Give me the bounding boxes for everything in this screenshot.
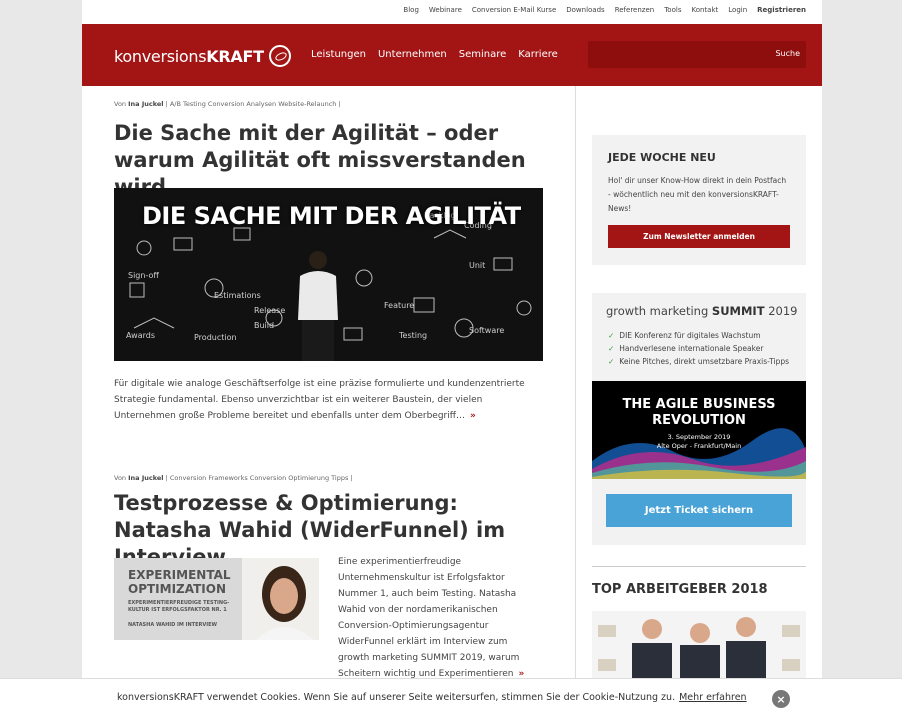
svg-text:Build: Build <box>254 321 274 330</box>
topnav-registrieren[interactable]: Registrieren <box>757 6 806 14</box>
article1-image-banner: DIE SACHE MIT DER AGILITÄT <box>142 202 521 230</box>
check-icon: ✓ <box>608 344 615 353</box>
banner-place: Alte Oper - Frankfurt/Main <box>656 442 742 450</box>
svg-text:Unit: Unit <box>469 261 485 270</box>
svg-text:Production: Production <box>194 333 237 342</box>
businessman-figure <box>298 251 338 361</box>
page-container: Blog Webinare Conversion E-Mail Kurse Do… <box>82 0 822 720</box>
article2-image[interactable]: EXPERIMENTAL OPTIMIZATION EXPERIMENTIERF… <box>114 558 319 640</box>
meta-prefix: Von <box>114 100 127 108</box>
list-item: ✓ DIE Konferenz für digitales Wachstum <box>608 329 789 342</box>
banner-date: 3. September 2019 <box>667 433 731 441</box>
svg-text:Software: Software <box>469 326 504 335</box>
search-box: Suche <box>588 41 806 68</box>
brand-light: konversions <box>114 46 207 66</box>
cookie-message: konversionsKRAFT verwendet Cookies. Wenn… <box>117 692 676 703</box>
article1-meta: Von Ina Juckel | A/B Testing Conversion … <box>114 100 341 108</box>
nav-unternehmen[interactable]: Unternehmen <box>378 49 447 60</box>
nav-seminare[interactable]: Seminare <box>459 49 507 60</box>
topnav-kontakt[interactable]: Kontakt <box>691 6 718 14</box>
newsletter-heading: JEDE WOCHE NEU <box>608 151 716 164</box>
topnav-login[interactable]: Login <box>728 6 747 14</box>
banner-details: 3. September 2019 Alte Oper - Frankfurt/… <box>592 433 806 451</box>
cookie-more-link[interactable]: Mehr erfahren <box>679 692 747 703</box>
summit-year: 2019 <box>768 304 798 318</box>
brand-bold: KRAFT <box>206 46 264 66</box>
article-tags[interactable]: A/B Testing Conversion Analysen Website-… <box>170 100 341 108</box>
top-arbeitgeber-photo <box>592 611 806 681</box>
svg-text:Testing: Testing <box>398 331 427 340</box>
main-header: konversions KRAFT Leistungen Unternehmen … <box>82 24 822 86</box>
article1-excerpt: Für digitale wie analoge Geschäftserfolg… <box>114 376 544 424</box>
author-link[interactable]: Ina Juckel <box>128 474 163 482</box>
nav-karriere[interactable]: Karriere <box>518 49 558 60</box>
top-utility-bar: Blog Webinare Conversion E-Mail Kurse Do… <box>82 0 822 24</box>
topnav-tools[interactable]: Tools <box>664 6 681 14</box>
check-icon: ✓ <box>608 357 615 366</box>
article1-excerpt-text: Für digitale wie analoge Geschäftserfolg… <box>114 379 525 421</box>
topnav-webinare[interactable]: Webinare <box>429 6 462 14</box>
topnav-blog[interactable]: Blog <box>403 6 418 14</box>
list-item-text: Handverlesene internationale Speaker <box>619 344 764 353</box>
summit-bullets: ✓ DIE Konferenz für digitales Wachstum ✓ H… <box>608 329 789 368</box>
article2-image-caption: NATASHA WAHID IM INTERVIEW <box>128 622 218 628</box>
topnav-email-kurse[interactable]: Conversion E-Mail Kurse <box>472 6 556 14</box>
award-group-photo <box>592 611 806 681</box>
summit-heading: growth marketing SUMMIT 2019 <box>606 304 798 318</box>
meta-prefix: Von <box>114 474 127 482</box>
summit-head-bold: SUMMIT <box>711 304 765 318</box>
search-input[interactable] <box>588 41 760 68</box>
summit-box: growth marketing SUMMIT 2019 ✓ DIE Konfer… <box>592 293 806 545</box>
article2-excerpt: Eine experimentierfreudige Unternehmensk… <box>338 554 533 682</box>
article-tags[interactable]: Conversion Frameworks Conversion Optimie… <box>170 474 353 482</box>
svg-text:Release: Release <box>254 306 285 315</box>
article2-image-title: EXPERIMENTAL OPTIMIZATION <box>128 568 231 596</box>
author-link[interactable]: Ina Juckel <box>128 100 163 108</box>
svg-text:Awards: Awards <box>126 331 155 340</box>
banner-title: THE AGILE BUSINESS REVOLUTION <box>622 397 776 428</box>
cookie-text: konversionsKRAFT verwendet Cookies. Wenn… <box>117 692 747 703</box>
top-arbeitgeber-heading: TOP ARBEITGEBER 2018 <box>592 582 768 597</box>
read-more-link[interactable]: » <box>470 411 476 421</box>
topnav-referenzen[interactable]: Referenzen <box>615 6 655 14</box>
newsletter-text: Hol' dir unser Know-How direkt in dein P… <box>608 176 787 213</box>
list-item-text: Keine Pitches, direkt umsetzbare Praxis-… <box>619 357 789 366</box>
svg-text:Sign-off: Sign-off <box>128 271 159 280</box>
ticket-button[interactable]: Jetzt Ticket sichern <box>606 494 792 527</box>
newsletter-button[interactable]: Zum Newsletter anmelden <box>608 225 790 248</box>
topnav-downloads[interactable]: Downloads <box>566 6 604 14</box>
svg-text:Estimations: Estimations <box>214 291 261 300</box>
article2-excerpt-text: Eine experimentierfreudige Unternehmensk… <box>338 557 520 679</box>
agile-revolution-banner[interactable]: THE AGILE BUSINESS REVOLUTION 3. Septemb… <box>592 381 806 479</box>
article2-image-subtitle: EXPERIMENTIERFREUDIGE TESTING-KULTUR IST… <box>128 600 230 613</box>
check-icon: ✓ <box>608 331 615 340</box>
list-item-text: DIE Konferenz für digitales Wachstum <box>619 331 761 340</box>
article1-image[interactable]: Sign-off Awards Estimations Release Build P… <box>114 188 543 361</box>
summit-head-light: growth marketing <box>606 304 709 318</box>
portrait-photo <box>242 558 319 640</box>
list-item: ✓ Keine Pitches, direkt umsetzbare Praxis… <box>608 355 789 368</box>
column-divider <box>575 86 576 686</box>
close-icon[interactable]: × <box>772 690 790 708</box>
sidebar-divider <box>592 566 806 567</box>
newsletter-box: JEDE WOCHE NEU Hol' dir unser Know-How d… <box>592 135 806 265</box>
search-button[interactable]: Suche <box>775 49 800 58</box>
logo-mark-icon <box>268 45 291 67</box>
cookie-bar: konversionsKRAFT verwendet Cookies. Wenn… <box>0 678 902 720</box>
main-nav: Leistungen Unternehmen Seminare Karriere <box>311 49 558 60</box>
svg-text:Feature: Feature <box>384 301 414 310</box>
list-item: ✓ Handverlesene internationale Speaker <box>608 342 789 355</box>
brand-logo[interactable]: konversions KRAFT <box>114 45 291 67</box>
article2-meta: Von Ina Juckel | Conversion Frameworks C… <box>114 474 353 482</box>
nav-leistungen[interactable]: Leistungen <box>311 49 366 60</box>
